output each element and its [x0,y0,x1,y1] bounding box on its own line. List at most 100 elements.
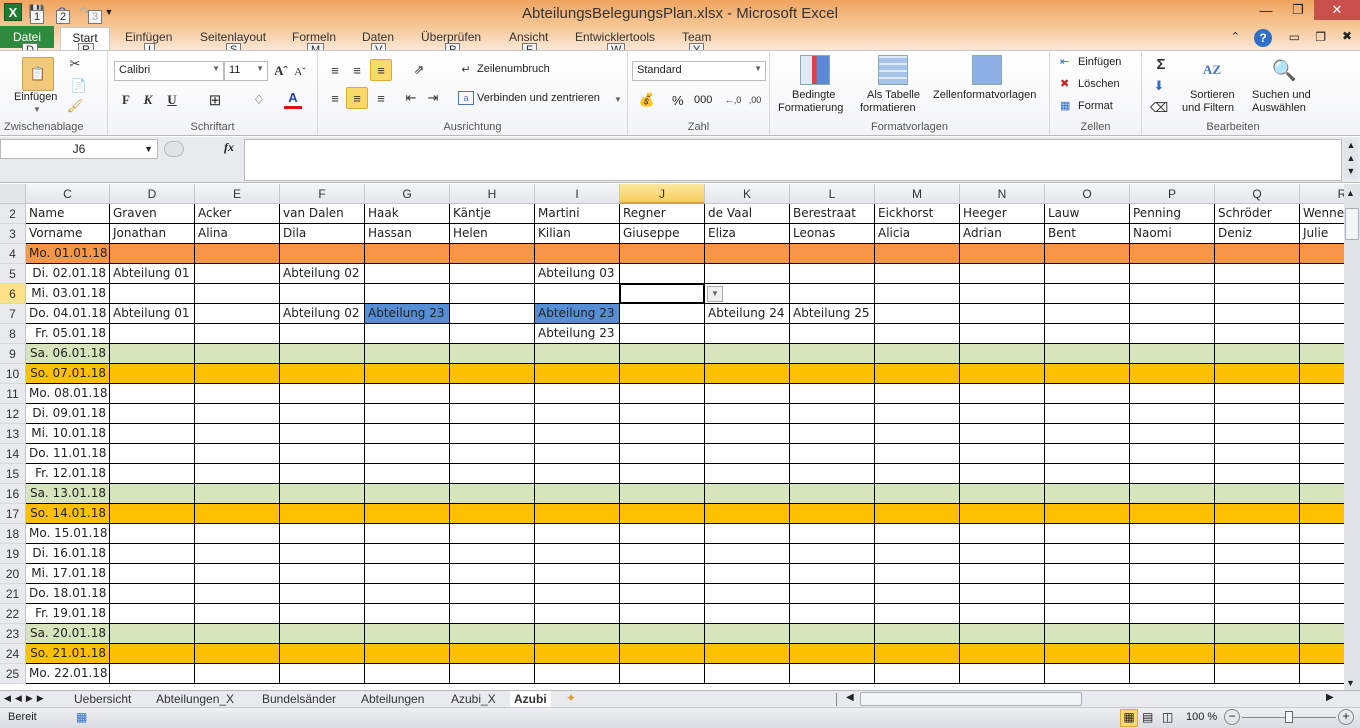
cell[interactable] [875,464,960,484]
column-header[interactable]: N [960,184,1045,204]
cell[interactable]: Deniz [1215,224,1300,244]
cell[interactable] [280,604,365,624]
cell[interactable] [110,504,195,524]
cell[interactable]: Abteilung 01 [110,264,195,284]
find-select-icon[interactable]: 🔍 [1270,55,1298,85]
cell[interactable]: Abteilung 02 [280,264,365,284]
cell[interactable] [535,284,620,304]
cell[interactable] [1300,304,1344,324]
row-header[interactable]: 6 [0,284,26,304]
cell[interactable] [450,304,535,324]
cell[interactable]: Fr. 05.01.18 [26,324,110,344]
cell[interactable] [110,244,195,264]
formula-bar-scroll[interactable]: ▲ ▲ ▼ [1344,139,1358,179]
cell[interactable] [960,564,1045,584]
row-header[interactable]: 10 [0,364,26,384]
cell[interactable] [1045,444,1130,464]
cell[interactable] [365,344,450,364]
cell[interactable]: Regner [620,204,705,224]
increase-decimal-icon[interactable]: ←,0 [724,91,742,109]
paste-dropdown-icon[interactable]: ▼ [33,105,41,114]
cell[interactable] [1300,264,1344,284]
cell[interactable] [1215,364,1300,384]
cell[interactable] [535,524,620,544]
cell[interactable]: Haak [365,204,450,224]
cut-icon[interactable]: ✂ [66,55,84,73]
cell[interactable] [1300,464,1344,484]
cell[interactable] [1300,524,1344,544]
cell[interactable] [790,664,875,684]
cell[interactable] [790,244,875,264]
sheet-tab[interactable]: Azubi [510,691,551,708]
cell[interactable] [875,404,960,424]
cell[interactable] [365,424,450,444]
percent-style-button[interactable]: % [672,93,684,108]
column-header[interactable]: I [535,184,620,204]
cell[interactable] [110,384,195,404]
cell[interactable] [535,404,620,424]
fill-icon[interactable]: ⬇ [1150,77,1168,95]
orientation-icon[interactable]: ⇗ [406,61,432,79]
cell[interactable] [110,564,195,584]
cell[interactable]: Käntje [450,204,535,224]
cell[interactable] [705,564,790,584]
row-header[interactable]: 15 [0,464,26,484]
row-header[interactable]: 8 [0,324,26,344]
cell[interactable] [1300,504,1344,524]
cell[interactable]: Sa. 13.01.18 [26,484,110,504]
vertical-scroll-thumb[interactable] [1345,208,1359,240]
cell[interactable] [620,404,705,424]
cell[interactable] [1300,364,1344,384]
tab-ueberpruefen[interactable]: Überprüfen [421,30,481,44]
cell[interactable] [875,444,960,464]
cell[interactable] [1215,584,1300,604]
cell[interactable] [1300,584,1344,604]
cell[interactable] [705,504,790,524]
column-header[interactable]: L [790,184,875,204]
cell[interactable] [705,384,790,404]
zoom-out-button[interactable]: − [1224,709,1240,725]
cell[interactable] [1215,444,1300,464]
cell[interactable] [280,424,365,444]
cell[interactable]: Abteilung 02 [280,304,365,324]
cell[interactable]: Naomi [1130,224,1215,244]
cell[interactable] [705,424,790,444]
column-header[interactable]: P [1130,184,1215,204]
tab-entwicklertools[interactable]: Entwicklertools [575,30,655,44]
decrease-decimal-icon[interactable]: ,00 [746,91,764,109]
cell[interactable] [1130,584,1215,604]
cell[interactable]: Mi. 03.01.18 [26,284,110,304]
cell[interactable]: Mo. 22.01.18 [26,664,110,684]
cell[interactable] [960,304,1045,324]
cell[interactable] [1300,384,1344,404]
cell[interactable] [110,444,195,464]
insert-cells-button[interactable]: Einfügen [1078,56,1121,68]
cell[interactable] [875,604,960,624]
cell[interactable]: Alicia [875,224,960,244]
cell[interactable]: Martini [535,204,620,224]
row-header[interactable]: 24 [0,644,26,664]
cell[interactable] [705,664,790,684]
cell[interactable] [280,484,365,504]
cell[interactable] [535,344,620,364]
cell[interactable] [195,444,280,464]
cell[interactable] [1300,544,1344,564]
cell[interactable] [620,604,705,624]
cell[interactable] [280,584,365,604]
align-center-icon[interactable]: ≡ [346,87,368,109]
cell[interactable] [365,404,450,424]
cell[interactable]: Mo. 15.01.18 [26,524,110,544]
cell[interactable] [450,564,535,584]
cell[interactable] [1045,364,1130,384]
column-header[interactable]: R [1300,184,1344,204]
zoom-in-button[interactable]: + [1338,709,1354,725]
cell[interactable] [535,384,620,404]
cell[interactable] [365,484,450,504]
cell[interactable] [790,424,875,444]
cell[interactable] [1130,284,1215,304]
cell[interactable] [875,524,960,544]
cell[interactable]: Wenne [1300,204,1344,224]
cell[interactable] [875,364,960,384]
underline-button[interactable]: U [164,91,180,109]
align-bottom-icon[interactable]: ≡ [370,59,392,81]
